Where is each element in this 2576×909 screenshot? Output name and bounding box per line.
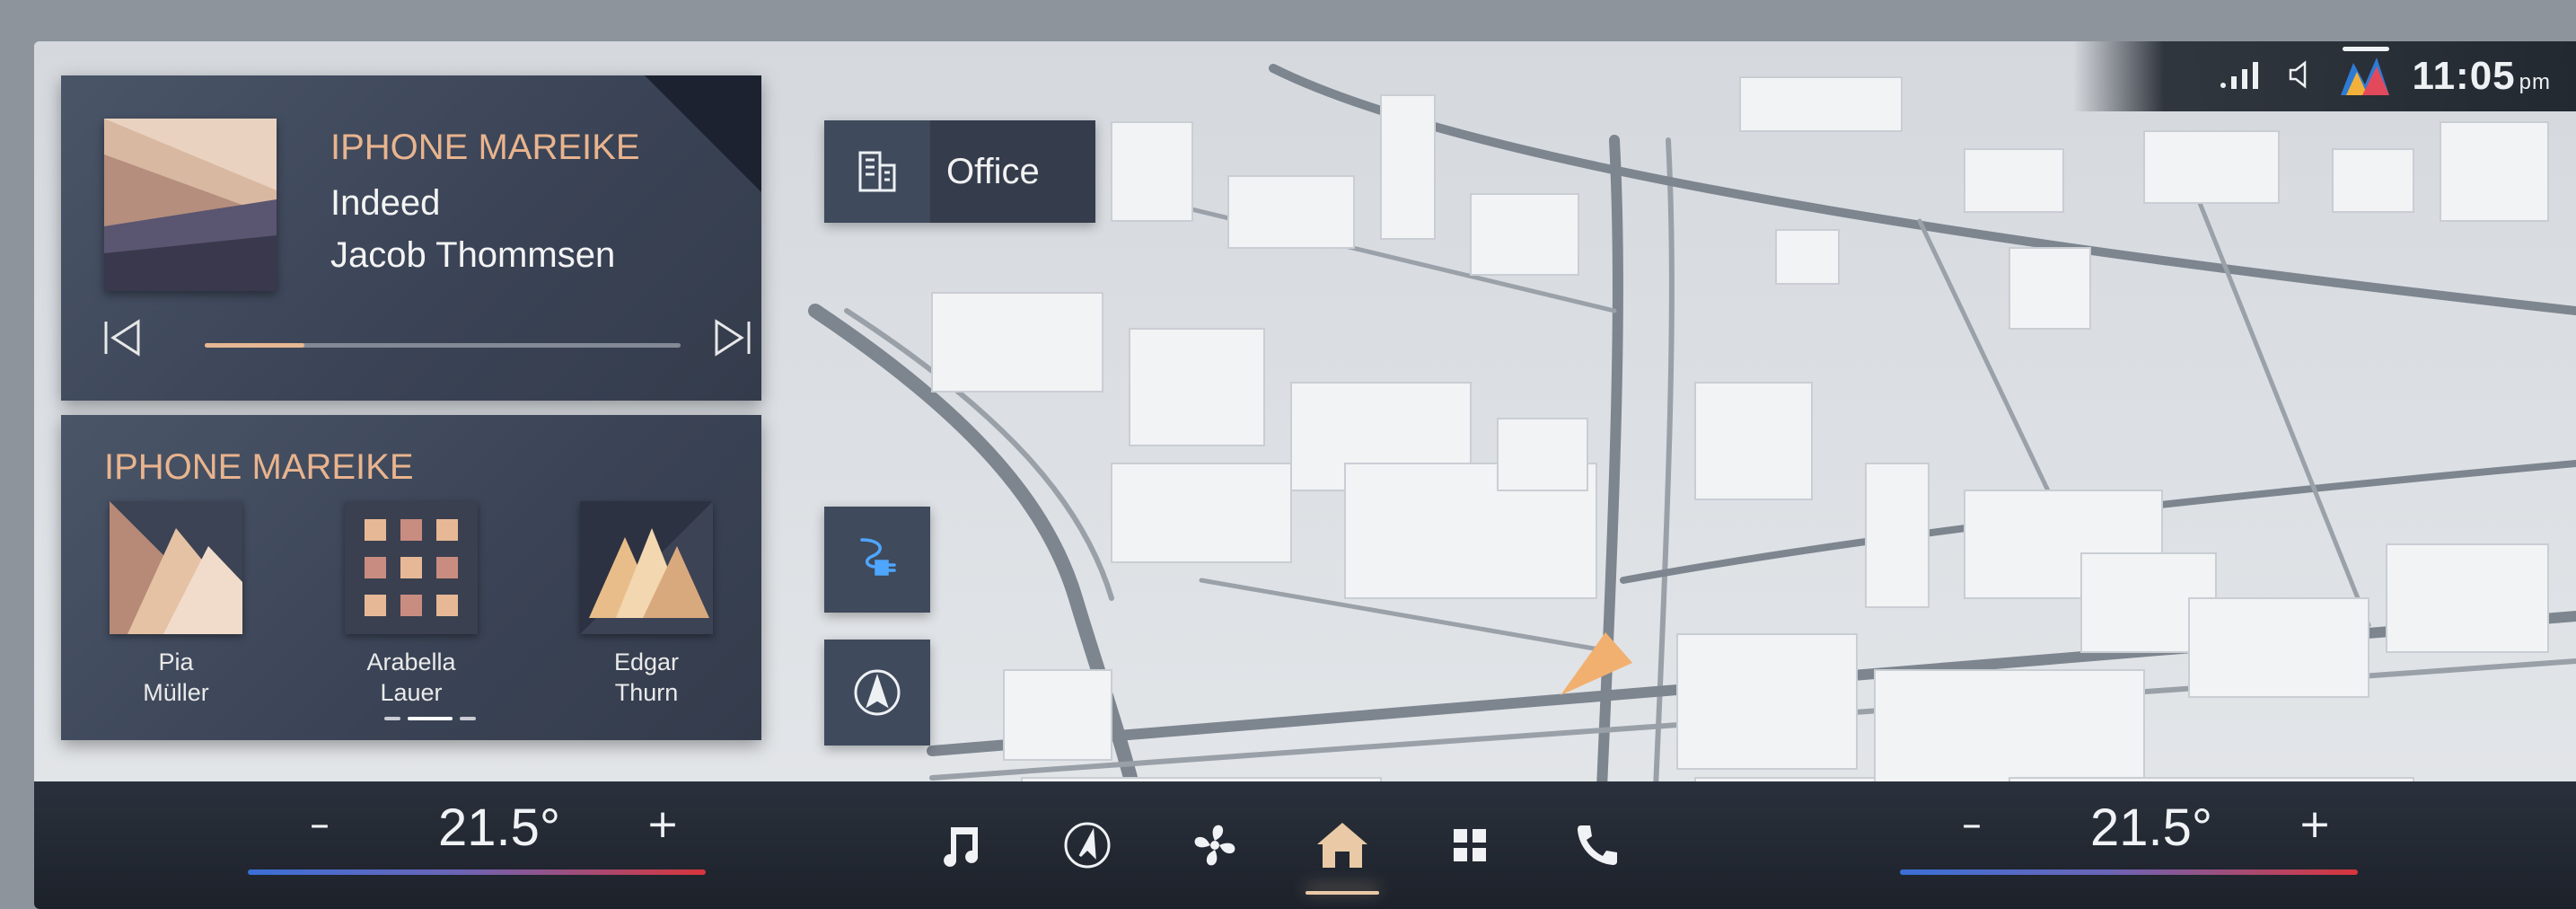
climate-passenger: – 21.5° + bbox=[1900, 781, 2403, 909]
temp-decrease-button[interactable]: – bbox=[1945, 801, 1999, 847]
volume-icon[interactable] bbox=[2287, 59, 2317, 93]
contact-name: Pia Müller bbox=[95, 647, 257, 708]
playback-progress-bar[interactable] bbox=[205, 343, 681, 348]
status-indicator-line bbox=[2343, 47, 2389, 51]
active-indicator bbox=[1306, 891, 1379, 895]
media-widget[interactable]: IPHONE MAREIKE Indeed Jacob Thommsen bbox=[61, 75, 761, 401]
phone-icon bbox=[1578, 825, 1617, 865]
fan-icon bbox=[1194, 825, 1235, 866]
contact-last-name: Thurn bbox=[614, 679, 679, 706]
destination-shortcut[interactable]: Office bbox=[824, 120, 1095, 223]
contact-last-name: Müller bbox=[143, 679, 209, 706]
apps-button[interactable] bbox=[1406, 781, 1534, 909]
playback-progress-fill bbox=[205, 343, 305, 348]
contact-name: Arabella Lauer bbox=[330, 647, 492, 708]
home-button[interactable] bbox=[1279, 781, 1406, 909]
home-icon bbox=[1317, 823, 1367, 868]
contact-first-name: Arabella bbox=[366, 649, 456, 675]
climate-button[interactable] bbox=[1151, 781, 1279, 909]
apps-grid-icon bbox=[1454, 829, 1486, 861]
temp-increase-button[interactable]: + bbox=[2288, 801, 2342, 847]
contact-name: Edgar Thurn bbox=[566, 647, 727, 708]
media-source: IPHONE MAREIKE bbox=[330, 128, 640, 167]
compass-icon bbox=[854, 669, 901, 716]
temperature-gradient-bar bbox=[1900, 869, 2358, 875]
album-art bbox=[104, 119, 277, 291]
skip-previous-icon bbox=[104, 319, 140, 357]
temperature-value[interactable]: 21.5° bbox=[409, 798, 589, 858]
charging-station-icon bbox=[860, 538, 896, 576]
page-dot bbox=[384, 717, 400, 720]
favorite-contact[interactable]: Edgar Thurn bbox=[566, 501, 727, 708]
temperature-gradient-bar bbox=[248, 869, 706, 875]
signal-icon bbox=[2220, 60, 2264, 93]
page-dot-active bbox=[408, 717, 453, 720]
page-indicator bbox=[384, 717, 476, 720]
track-title: Indeed bbox=[330, 183, 441, 223]
favorite-contact[interactable]: Pia Müller bbox=[95, 501, 257, 708]
contact-last-name: Lauer bbox=[380, 679, 443, 706]
media-button[interactable] bbox=[896, 781, 1024, 909]
temperature-value[interactable]: 21.5° bbox=[2062, 798, 2241, 858]
status-bar: 11:05 pm bbox=[2073, 41, 2576, 111]
charging-stations-button[interactable] bbox=[824, 507, 930, 613]
contact-artwork bbox=[345, 501, 478, 634]
favorites-widget[interactable]: IPHONE MAREIKE Pia Müller Arabella Lauer… bbox=[61, 415, 761, 740]
contact-artwork bbox=[580, 501, 713, 634]
contact-artwork bbox=[110, 501, 242, 634]
building-icon bbox=[824, 120, 930, 223]
dock-menu bbox=[896, 781, 1661, 909]
map-orientation-button[interactable] bbox=[824, 640, 930, 746]
music-icon bbox=[944, 827, 979, 867]
temp-increase-button[interactable]: + bbox=[636, 801, 690, 847]
skip-next-icon bbox=[715, 319, 751, 357]
contact-first-name: Pia bbox=[158, 649, 194, 675]
infotainment-screen: 11:05 pm IPHONE MAREIKE Indeed Jacob Thom… bbox=[34, 41, 2576, 909]
card-corner-decoration bbox=[645, 75, 761, 192]
destination-label: Office bbox=[930, 120, 1095, 223]
skip-previous-button[interactable] bbox=[97, 318, 147, 368]
favorites-source: IPHONE MAREIKE bbox=[104, 447, 414, 487]
contact-first-name: Edgar bbox=[613, 649, 680, 675]
favorite-contact[interactable]: Arabella Lauer bbox=[330, 501, 492, 708]
climate-driver: – 21.5° + bbox=[248, 781, 751, 909]
skip-next-button[interactable] bbox=[708, 318, 758, 368]
temp-decrease-button[interactable]: – bbox=[293, 801, 347, 847]
phone-button[interactable] bbox=[1534, 781, 1661, 909]
clock-time: 11:05 bbox=[2412, 54, 2516, 98]
clock-ampm: pm bbox=[2519, 70, 2551, 94]
app-logo-icon bbox=[2340, 54, 2389, 99]
bottom-dock: – 21.5° + – 21.5° + bbox=[34, 781, 2576, 909]
navigation-button[interactable] bbox=[1024, 781, 1151, 909]
page-dot bbox=[460, 717, 476, 720]
clock: 11:05 pm bbox=[2413, 54, 2551, 99]
navigation-icon bbox=[1064, 822, 1111, 869]
track-artist: Jacob Thommsen bbox=[330, 235, 616, 275]
